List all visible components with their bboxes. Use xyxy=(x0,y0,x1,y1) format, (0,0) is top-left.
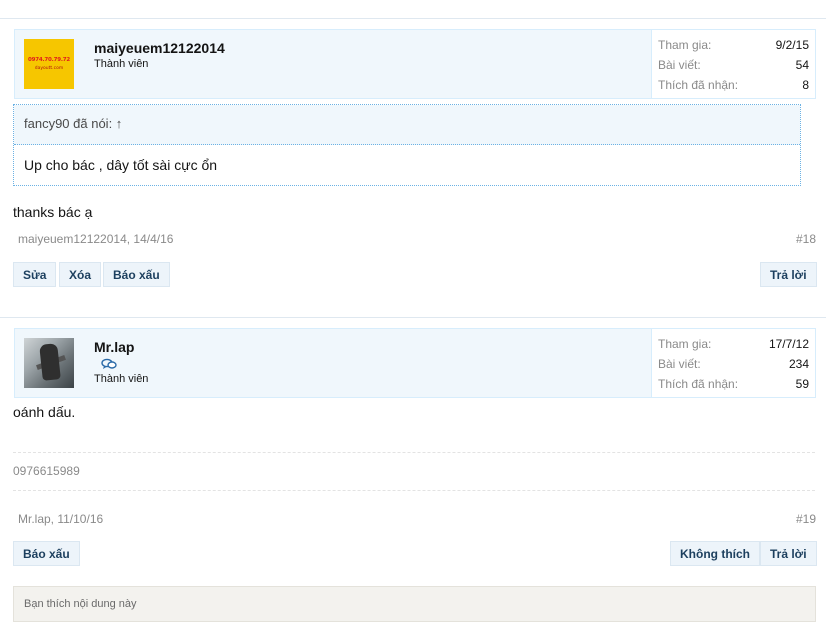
post-message: thanks bác ạ xyxy=(13,204,93,220)
avatar-phone-text: 0974.70.79.72 xyxy=(28,57,70,63)
signature-divider xyxy=(13,490,815,491)
post-18-userbar: 0974.70.79.72 dayoutt.com maiyeuem121220… xyxy=(14,29,816,99)
signature-divider xyxy=(13,452,815,453)
quote-author[interactable]: fancy90 đã nói: ↑ xyxy=(14,105,800,145)
avatar[interactable] xyxy=(24,338,74,388)
signature: 0976615989 xyxy=(13,464,80,478)
dislike-button[interactable]: Không thích xyxy=(670,541,760,566)
avatar[interactable]: 0974.70.79.72 dayoutt.com xyxy=(24,39,74,89)
chat-bubbles-icon xyxy=(101,358,117,369)
stat-posts[interactable]: Bài viết: 234 xyxy=(658,355,809,375)
username[interactable]: Mr.lap xyxy=(94,339,134,355)
stat-joined: Tham gia: 9/2/15 xyxy=(658,38,809,52)
quote-block: fancy90 đã nói: ↑ Up cho bác , dây tốt s… xyxy=(13,104,801,186)
report-button[interactable]: Báo xấu xyxy=(103,262,170,287)
user-stats: Tham gia: 9/2/15 Bài viết: 54 Thích đã n… xyxy=(651,30,815,98)
quote-text: Up cho bác , dây tốt sài cực ổn xyxy=(24,157,218,173)
user-title: Thành viên xyxy=(94,373,149,385)
post-meta[interactable]: maiyeuem12122014, 14/4/16 xyxy=(18,232,173,246)
post-number[interactable]: #18 xyxy=(796,232,816,246)
likes-summary: Bạn thích nội dung này xyxy=(13,586,816,622)
user-title: Thành viên xyxy=(94,58,149,70)
post-separator xyxy=(0,317,826,318)
delete-button[interactable]: Xóa xyxy=(59,262,102,287)
stat-likes-received: Thích đã nhận: 59 xyxy=(658,377,809,391)
post-19-userbar: Mr.lap Thành viên Tham gia: 17/7/12 Bài … xyxy=(14,328,816,398)
edit-button[interactable]: Sửa xyxy=(13,262,57,287)
reply-button[interactable]: Trả lời xyxy=(760,262,817,287)
username[interactable]: maiyeuem12122014 xyxy=(94,40,225,56)
post-message: oánh dấu. xyxy=(13,404,76,420)
post-number[interactable]: #19 xyxy=(796,512,816,526)
reply-button[interactable]: Trả lời xyxy=(760,541,817,566)
stat-posts[interactable]: Bài viết: 54 xyxy=(658,56,809,76)
post-meta[interactable]: Mr.lap, 11/10/16 xyxy=(18,512,103,526)
stat-joined: Tham gia: 17/7/12 xyxy=(658,337,809,351)
top-separator xyxy=(0,18,826,19)
user-stats: Tham gia: 17/7/12 Bài viết: 234 Thích đã… xyxy=(651,329,815,397)
report-button[interactable]: Báo xấu xyxy=(13,541,80,566)
avatar-domain-text: dayoutt.com xyxy=(34,66,64,71)
stat-likes-received: Thích đã nhận: 8 xyxy=(658,78,809,92)
